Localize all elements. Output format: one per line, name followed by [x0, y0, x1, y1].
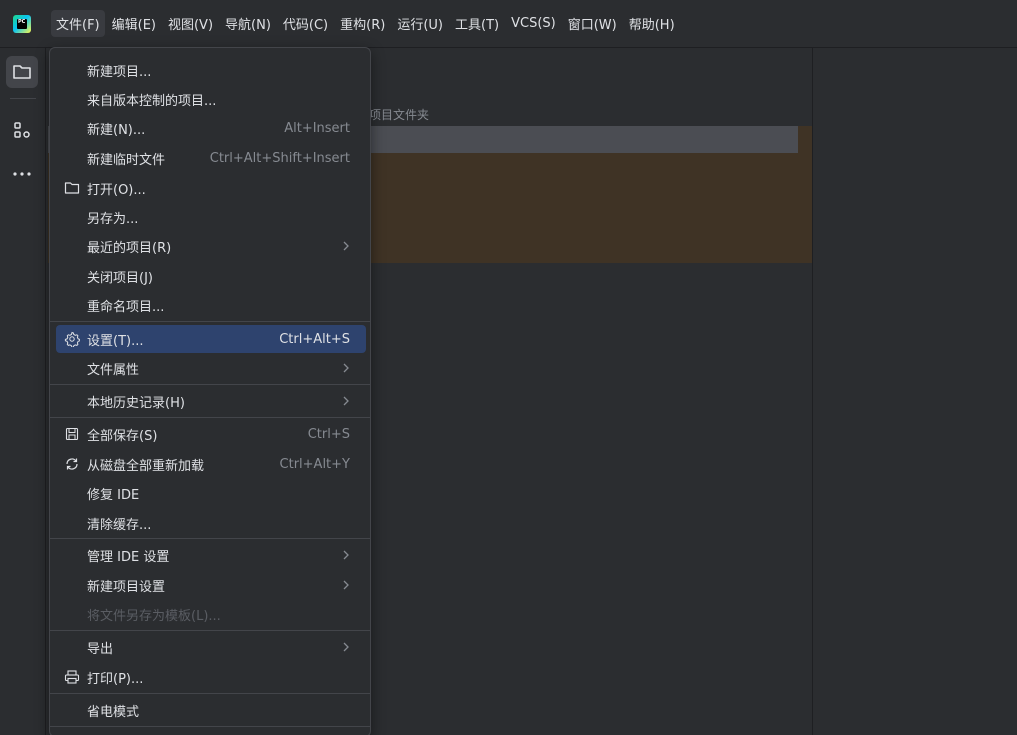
menu-separator — [50, 321, 370, 322]
menu-item-label: 本地历史记录(H) — [87, 395, 185, 411]
menu-item-save-as[interactable]: 另存为... — [56, 203, 366, 231]
menu-item-label: 全部保存(S) — [87, 428, 158, 444]
refresh-icon — [64, 456, 80, 472]
shortcut-label: Alt+Insert — [284, 120, 350, 136]
chevron-right-icon — [343, 363, 349, 373]
menu-item-recent-projects[interactable]: 最近的项目(R) — [56, 232, 366, 260]
menu-view[interactable]: 视图(V) — [163, 10, 218, 37]
left-tool-strip — [0, 48, 46, 735]
menu-item-label: 文件属性 — [87, 362, 140, 378]
menu-item-rename-project[interactable]: 重命名项目... — [56, 291, 366, 319]
menu-separator — [50, 726, 370, 727]
menu-item-open[interactable]: 打开(O)... — [56, 174, 366, 202]
menu-item-label: 重命名项目... — [87, 299, 165, 315]
project-tool-button[interactable] — [6, 56, 38, 88]
menu-run[interactable]: 运行(U) — [392, 10, 448, 37]
menu-item-print[interactable]: 打印(P)... — [56, 663, 366, 691]
menu-bar: PC 文件(F) 编辑(E) 视图(V) 导航(N) 代码(C) 重构(R) 运… — [0, 0, 1017, 48]
structure-icon — [14, 122, 30, 138]
save-icon — [64, 426, 80, 442]
menu-item-repair-ide[interactable]: 修复 IDE — [56, 479, 366, 507]
more-icon — [13, 172, 31, 176]
menu-window[interactable]: 窗口(W) — [563, 10, 622, 37]
menu-item-label: 将文件另存为模板(L)... — [87, 608, 221, 624]
tool-separator — [10, 98, 36, 99]
menu-file[interactable]: 文件(F) — [51, 10, 105, 37]
menu-item-label: 关闭项目(J) — [87, 270, 153, 286]
shortcut-label: Ctrl+S — [307, 426, 350, 442]
chevron-right-icon — [343, 642, 349, 652]
menu-item-label: 新建(N)... — [87, 122, 146, 138]
shortcut-label: Ctrl+Alt+Y — [279, 456, 350, 472]
menu-item-export[interactable]: 导出 — [56, 633, 366, 661]
right-panel — [812, 48, 1017, 735]
project-folder-hint: 项目文件夹 — [369, 108, 430, 122]
menu-item-from-vcs[interactable]: 来自版本控制的项目... — [56, 85, 366, 113]
menu-item-label: 新建项目... — [87, 64, 152, 80]
menu-item-local-history[interactable]: 本地历史记录(H) — [56, 387, 366, 415]
menu-item-new[interactable]: 新建(N)... Alt+Insert — [56, 114, 366, 142]
menu-item-label: 打开(O)... — [87, 182, 146, 198]
menu-separator — [50, 538, 370, 539]
chevron-right-icon — [343, 580, 349, 590]
shortcut-label: Ctrl+Alt+S — [279, 331, 350, 347]
menu-item-label: 省电模式 — [87, 704, 140, 720]
menu-item-label: 来自版本控制的项目... — [87, 93, 217, 109]
menu-vcs[interactable]: VCS(S) — [506, 12, 561, 35]
menu-item-new-project-settings[interactable]: 新建项目设置 — [56, 571, 366, 599]
menu-item-manage-ide-settings[interactable]: 管理 IDE 设置 — [56, 541, 366, 569]
menu-item-settings[interactable]: 设置(T)... Ctrl+Alt+S — [56, 325, 366, 353]
gear-icon — [64, 331, 80, 347]
chevron-right-icon — [343, 241, 349, 251]
menu-item-label: 打印(P)... — [87, 671, 144, 687]
menu-item-label: 最近的项目(R) — [87, 240, 172, 256]
menu-item-new-project[interactable]: 新建项目... — [56, 56, 366, 84]
menu-item-label: 管理 IDE 设置 — [87, 549, 170, 565]
menu-navigate[interactable]: 导航(N) — [220, 10, 276, 37]
printer-icon — [64, 669, 80, 685]
menu-item-new-scratch[interactable]: 新建临时文件 Ctrl+Alt+Shift+Insert — [56, 144, 366, 172]
menu-refactor[interactable]: 重构(R) — [335, 10, 390, 37]
menu-separator — [50, 417, 370, 418]
menu-item-label: 修复 IDE — [87, 487, 140, 503]
menu-item-save-as-template: 将文件另存为模板(L)... — [56, 600, 366, 628]
menu-item-label: 导出 — [87, 641, 114, 657]
chevron-right-icon — [343, 396, 349, 406]
folder-icon — [13, 65, 31, 79]
menu-separator — [50, 693, 370, 694]
menu-item-label: 清除缓存... — [87, 517, 152, 533]
menu-item-save-all[interactable]: 全部保存(S) Ctrl+S — [56, 420, 366, 448]
menu-item-invalidate-caches[interactable]: 清除缓存... — [56, 509, 366, 537]
folder-icon — [64, 180, 80, 196]
menu-item-label: 设置(T)... — [87, 333, 144, 349]
menu-edit[interactable]: 编辑(E) — [107, 10, 161, 37]
more-tools-button[interactable] — [6, 158, 38, 190]
menu-code[interactable]: 代码(C) — [278, 10, 333, 37]
menu-item-label: 新建临时文件 — [87, 152, 166, 168]
menu-item-file-properties[interactable]: 文件属性 — [56, 354, 366, 382]
menu-separator — [50, 630, 370, 631]
pycharm-logo-icon[interactable]: PC — [13, 14, 31, 33]
menu-item-label: 新建项目设置 — [87, 579, 166, 595]
structure-tool-button[interactable] — [6, 114, 38, 146]
chevron-right-icon — [343, 550, 349, 560]
menu-item-power-save[interactable]: 省电模式 — [56, 696, 366, 724]
menu-item-label: 从磁盘全部重新加载 — [87, 458, 205, 474]
menu-item-label: 另存为... — [87, 211, 139, 227]
shortcut-label: Ctrl+Alt+Shift+Insert — [209, 150, 350, 166]
menu-tools[interactable]: 工具(T) — [450, 10, 504, 37]
menu-help[interactable]: 帮助(H) — [624, 10, 680, 37]
menu-item-reload-all[interactable]: 从磁盘全部重新加载 Ctrl+Alt+Y — [56, 450, 366, 478]
file-menu-dropdown: 新建项目... 来自版本控制的项目... 新建(N)... Alt+Insert… — [49, 47, 371, 735]
menu-separator — [50, 384, 370, 385]
menu-item-close-project[interactable]: 关闭项目(J) — [56, 262, 366, 290]
